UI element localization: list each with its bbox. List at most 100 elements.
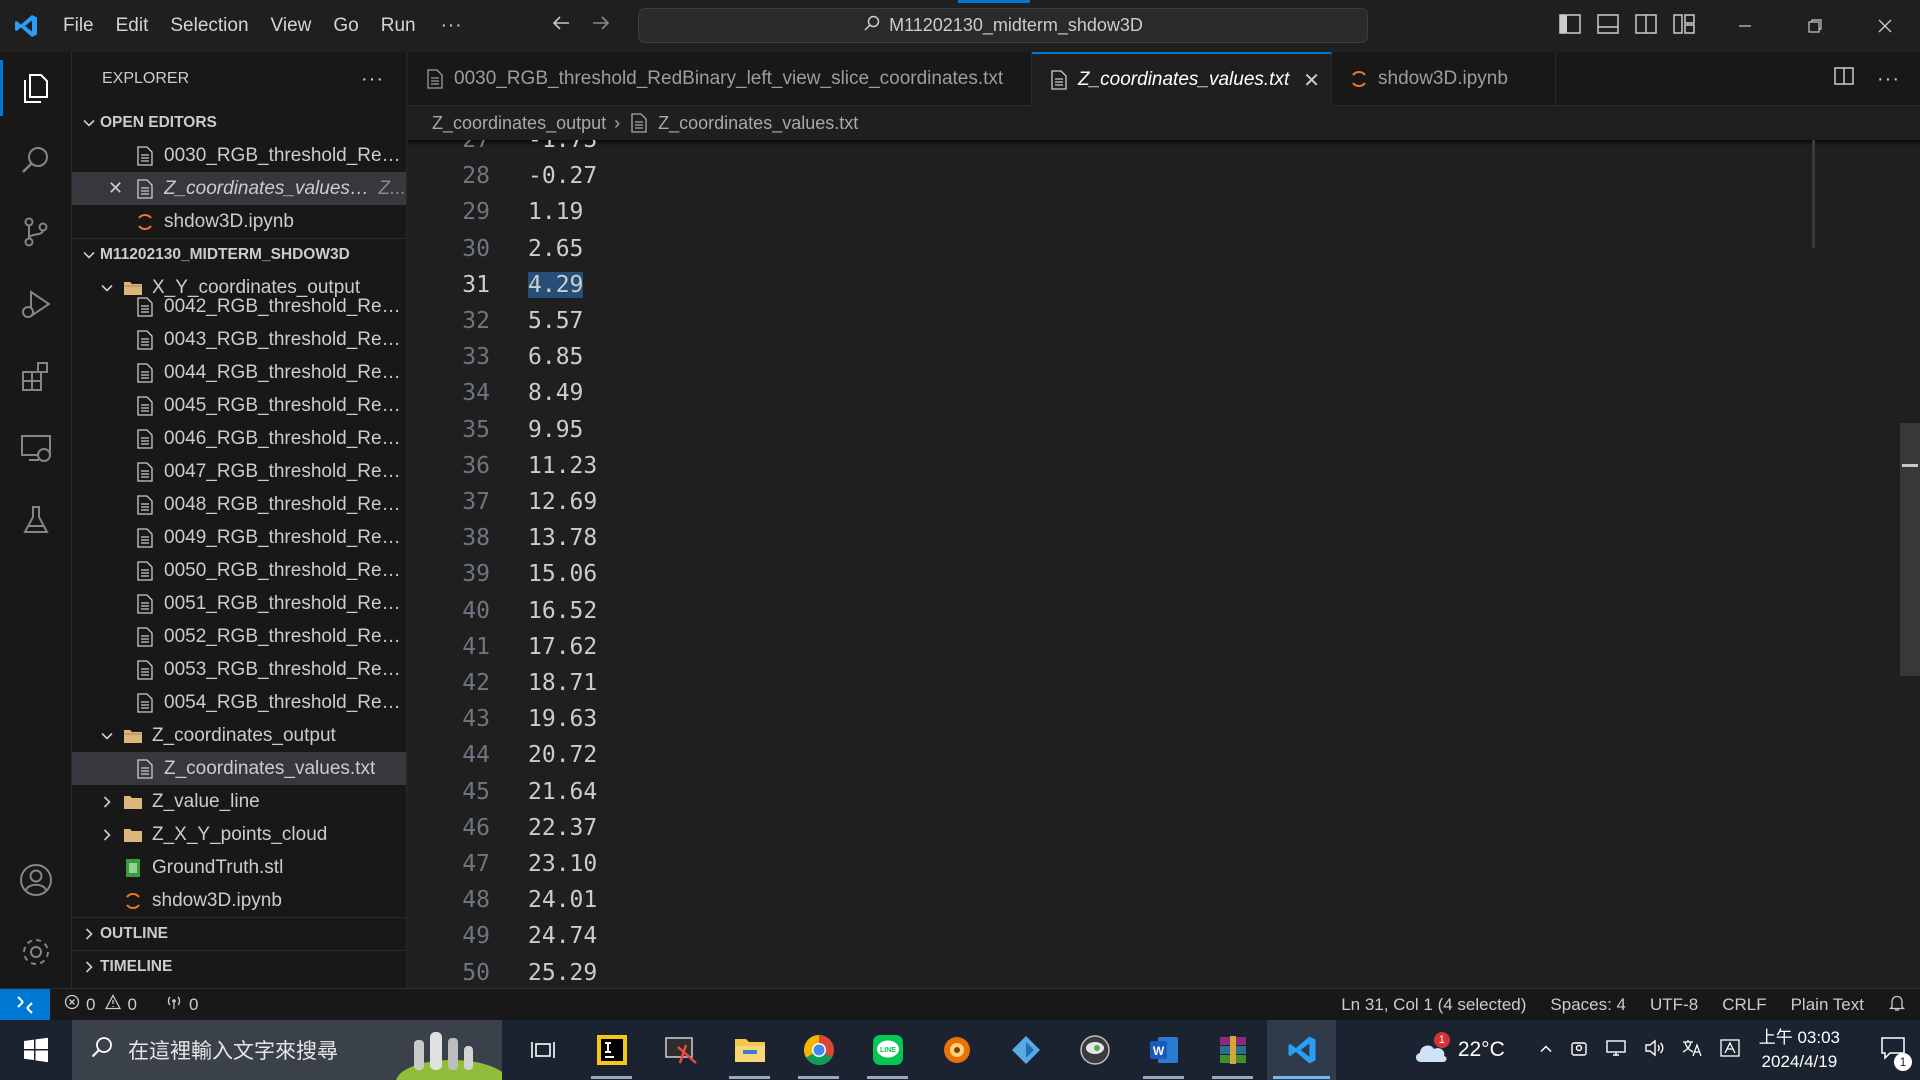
project-section[interactable]: M11202130_MIDTERM_SHDOW3D xyxy=(72,238,406,271)
menu-file[interactable]: File xyxy=(52,0,105,52)
outline-section[interactable]: OUTLINE xyxy=(72,917,406,950)
minimap-slider[interactable] xyxy=(1812,140,1815,248)
tree-file-item[interactable]: 0052_RGB_threshold_Red... xyxy=(72,620,406,653)
minimize-button[interactable] xyxy=(1710,0,1780,52)
source-control-icon[interactable] xyxy=(0,196,72,268)
menu-run[interactable]: Run xyxy=(370,0,427,52)
code-line[interactable]: 31 4.29 xyxy=(408,267,1898,303)
notifications-bell-icon[interactable] xyxy=(1888,994,1906,1017)
menu-selection[interactable]: Selection xyxy=(159,0,259,52)
cursor-position[interactable]: Ln 31, Col 1 (4 selected) xyxy=(1341,995,1526,1015)
intellij-app-icon[interactable] xyxy=(577,1020,646,1080)
action-center-button[interactable]: 1 xyxy=(1866,1020,1920,1080)
toggle-primary-sidebar-icon[interactable] xyxy=(1558,13,1582,40)
code-line[interactable]: 37 12.69 xyxy=(408,484,1898,520)
text-editor[interactable]: 27 -1.73 28 -0.27 29 1.19 30 2.65 31 4.29 32 5.57 33… xyxy=(408,140,1920,988)
taskbar-clock[interactable]: 上午 03:03 2024/4/19 xyxy=(1759,1026,1840,1074)
menu-more-button[interactable]: ··· xyxy=(427,15,477,37)
chrome-icon[interactable] xyxy=(784,1020,853,1080)
tab-rgb-threshold[interactable]: 0030_RGB_threshold_RedBinary_left_view_s… xyxy=(408,52,1032,106)
back-arrow-icon[interactable] xyxy=(550,12,572,40)
search-activity-icon[interactable] xyxy=(0,124,72,196)
code-line[interactable]: 38 13.78 xyxy=(408,520,1898,556)
open-editor-item[interactable]: shdow3D.ipynb xyxy=(72,205,406,238)
menu-edit[interactable]: Edit xyxy=(105,0,160,52)
tree-file-item[interactable]: 0044_RGB_threshold_Red... xyxy=(72,356,406,389)
encoding[interactable]: UTF-8 xyxy=(1650,995,1698,1015)
word-app-icon[interactable]: W xyxy=(1129,1020,1198,1080)
code-line[interactable]: 48 24.01 xyxy=(408,882,1898,918)
editor-more-icon[interactable]: ··· xyxy=(1877,68,1900,91)
dev-tool-app-icon[interactable] xyxy=(991,1020,1060,1080)
snipping-tool-icon[interactable] xyxy=(646,1020,715,1080)
language-mode[interactable]: Plain Text xyxy=(1791,995,1864,1015)
toggle-panel-icon[interactable] xyxy=(1596,13,1620,40)
tab-z-coordinates[interactable]: Z_coordinates_values.txt ✕ xyxy=(1032,52,1332,106)
manage-gear-icon[interactable] xyxy=(0,916,72,988)
tree-file-item[interactable]: 0042_RGB_threshold_Red... xyxy=(72,290,406,323)
code-line[interactable]: 50 25.29 xyxy=(408,955,1898,988)
close-window-button[interactable] xyxy=(1850,0,1920,52)
extensions-icon[interactable] xyxy=(0,340,72,412)
task-view-icon[interactable] xyxy=(508,1020,577,1080)
tree-file-item[interactable]: 0051_RGB_threshold_Red... xyxy=(72,587,406,620)
explorer-more-button[interactable]: ··· xyxy=(361,68,384,91)
tree-file-item[interactable]: GroundTruth.stl xyxy=(72,851,406,884)
code-line[interactable]: 43 19.63 xyxy=(408,701,1898,737)
accounts-icon[interactable] xyxy=(0,844,72,916)
open-editors-section[interactable]: OPEN EDITORS xyxy=(72,106,406,139)
inkscape-app-icon[interactable] xyxy=(1060,1020,1129,1080)
code-line[interactable]: 36 11.23 xyxy=(408,448,1898,484)
code-line[interactable]: 27 -1.73 xyxy=(408,140,1898,158)
remote-explorer-icon[interactable] xyxy=(0,412,72,484)
tree-file-item[interactable]: 0046_RGB_threshold_Red... xyxy=(72,422,406,455)
menu-view[interactable]: View xyxy=(260,0,323,52)
tab-close-icon[interactable]: ✕ xyxy=(1303,68,1320,93)
menu-go[interactable]: Go xyxy=(322,0,369,52)
tree-file-item-selected[interactable]: Z_coordinates_values.txt xyxy=(72,752,406,785)
winrar-app-icon[interactable] xyxy=(1198,1020,1267,1080)
meet-now-icon[interactable] xyxy=(1569,1038,1589,1063)
code-line[interactable]: 49 24.74 xyxy=(408,918,1898,954)
vpn-app-icon[interactable] xyxy=(922,1020,991,1080)
open-editor-item-selected[interactable]: ✕ Z_coordinates_values.txt Z... xyxy=(72,172,406,205)
forward-arrow-icon[interactable] xyxy=(590,12,612,40)
windows-start-button[interactable] xyxy=(0,1020,72,1080)
open-editor-item[interactable]: 0030_RGB_threshold_Red... xyxy=(72,139,406,172)
tree-file-item[interactable]: 0045_RGB_threshold_Red... xyxy=(72,389,406,422)
code-line[interactable]: 42 18.71 xyxy=(408,665,1898,701)
split-editor-icon[interactable] xyxy=(1833,66,1855,92)
code-line[interactable]: 33 6.85 xyxy=(408,339,1898,375)
testing-flask-icon[interactable] xyxy=(0,484,72,556)
run-debug-icon[interactable] xyxy=(0,268,72,340)
indentation[interactable]: Spaces: 4 xyxy=(1550,995,1626,1015)
file-explorer-icon[interactable] xyxy=(715,1020,784,1080)
tree-file-item[interactable]: 0043_RGB_threshold_Red... xyxy=(72,323,406,356)
customize-layout-icon[interactable] xyxy=(1672,13,1696,40)
weather-widget[interactable]: 1 22°C xyxy=(1412,1032,1505,1064)
tree-file-item[interactable]: 0054_RGB_threshold_Red... xyxy=(72,686,406,719)
ime-mode-icon[interactable] xyxy=(1719,1038,1741,1063)
toggle-secondary-sidebar-icon[interactable] xyxy=(1634,13,1658,40)
end-of-line[interactable]: CRLF xyxy=(1722,995,1766,1015)
code-line[interactable]: 34 8.49 xyxy=(408,375,1898,411)
code-line[interactable]: 39 15.06 xyxy=(408,556,1898,592)
problems-indicator[interactable]: 0 0 0 xyxy=(64,994,198,1015)
code-line[interactable]: 35 9.95 xyxy=(408,412,1898,448)
tree-file-item[interactable]: 0048_RGB_threshold_Red... xyxy=(72,488,406,521)
line-app-icon[interactable]: LINE xyxy=(853,1020,922,1080)
show-hidden-icons-chevron-icon[interactable] xyxy=(1539,1040,1553,1061)
vscode-taskbar-icon[interactable] xyxy=(1267,1020,1336,1080)
command-center-search[interactable]: M11202130_midterm_shdow3D xyxy=(638,8,1368,43)
tree-file-item[interactable]: 0049_RGB_threshold_Red... xyxy=(72,521,406,554)
code-line[interactable]: 30 2.65 xyxy=(408,231,1898,267)
breadcrumb-file[interactable]: Z_coordinates_values.txt xyxy=(658,113,858,134)
volume-icon[interactable] xyxy=(1643,1038,1665,1063)
code-line[interactable]: 40 16.52 xyxy=(408,593,1898,629)
close-editor-icon[interactable]: ✕ xyxy=(108,178,123,199)
explorer-activity-icon[interactable] xyxy=(0,52,72,124)
code-line[interactable]: 44 20.72 xyxy=(408,737,1898,773)
taskbar-search-box[interactable]: 在這裡輸入文字來搜尋 xyxy=(72,1020,502,1080)
folder-z-output[interactable]: Z_coordinates_output xyxy=(72,719,406,752)
code-line[interactable]: 47 23.10 xyxy=(408,846,1898,882)
